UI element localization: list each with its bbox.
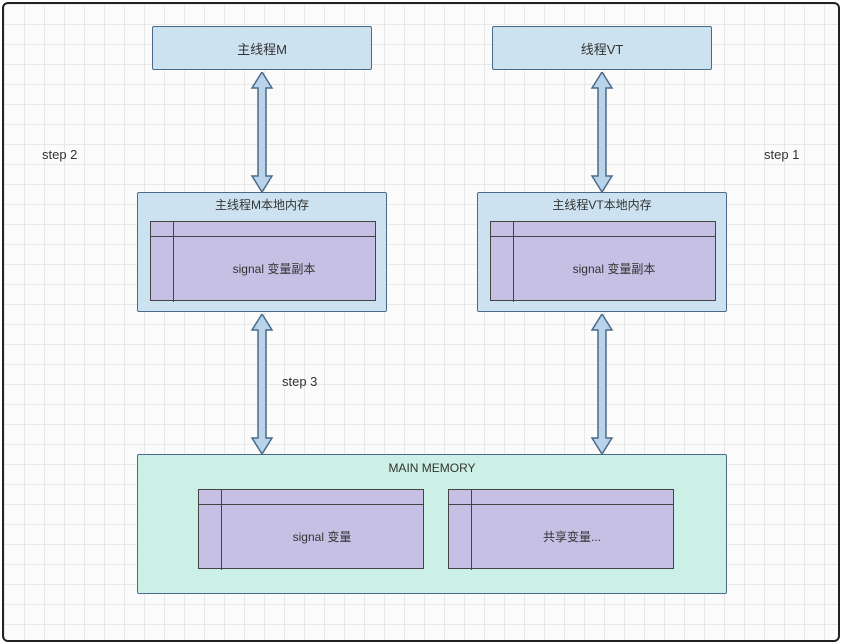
box-vt-localmem: 主线程VT本地内存 signal 变量副本 xyxy=(477,192,727,312)
box-main-localmem: 主线程M本地内存 signal 变量副本 xyxy=(137,192,387,312)
table-main-localmem: signal 变量副本 xyxy=(150,221,376,301)
cell-mainmem-signal: signal 变量 xyxy=(221,504,423,568)
cell-mainmem-shared: 共享变量... xyxy=(471,504,673,568)
box-thread-vt: 线程VT xyxy=(492,26,712,70)
box-main-thread: 主线程M xyxy=(152,26,372,70)
arrow-vt-localmem-to-mainmem xyxy=(590,314,614,454)
table-main-memory-shared: 共享变量... xyxy=(448,489,674,569)
box-main-localmem-title: 主线程M本地内存 xyxy=(138,193,386,215)
diagram-canvas: 主线程M 线程VT step 2 step 1 主线程M本地内存 signal … xyxy=(2,2,840,642)
arrow-main-localmem-to-mainmem xyxy=(250,314,274,454)
box-main-memory-title: MAIN MEMORY xyxy=(138,455,726,481)
step1-label: step 1 xyxy=(764,147,799,162)
table-vt-localmem: signal 变量副本 xyxy=(490,221,716,301)
step2-label: step 2 xyxy=(42,147,77,162)
table-main-memory-signal: signal 变量 xyxy=(198,489,424,569)
arrow-vt-thread-to-localmem xyxy=(590,72,614,192)
box-thread-vt-label: 线程VT xyxy=(581,39,624,58)
box-main-thread-label: 主线程M xyxy=(237,39,287,58)
cell-main-signal-copy: signal 变量副本 xyxy=(173,236,375,300)
step3-label: step 3 xyxy=(282,374,317,389)
arrow-main-thread-to-localmem xyxy=(250,72,274,192)
box-main-memory: MAIN MEMORY signal 变量 共享变量... xyxy=(137,454,727,594)
cell-vt-signal-copy: signal 变量副本 xyxy=(513,236,715,300)
box-vt-localmem-title: 主线程VT本地内存 xyxy=(478,193,726,215)
